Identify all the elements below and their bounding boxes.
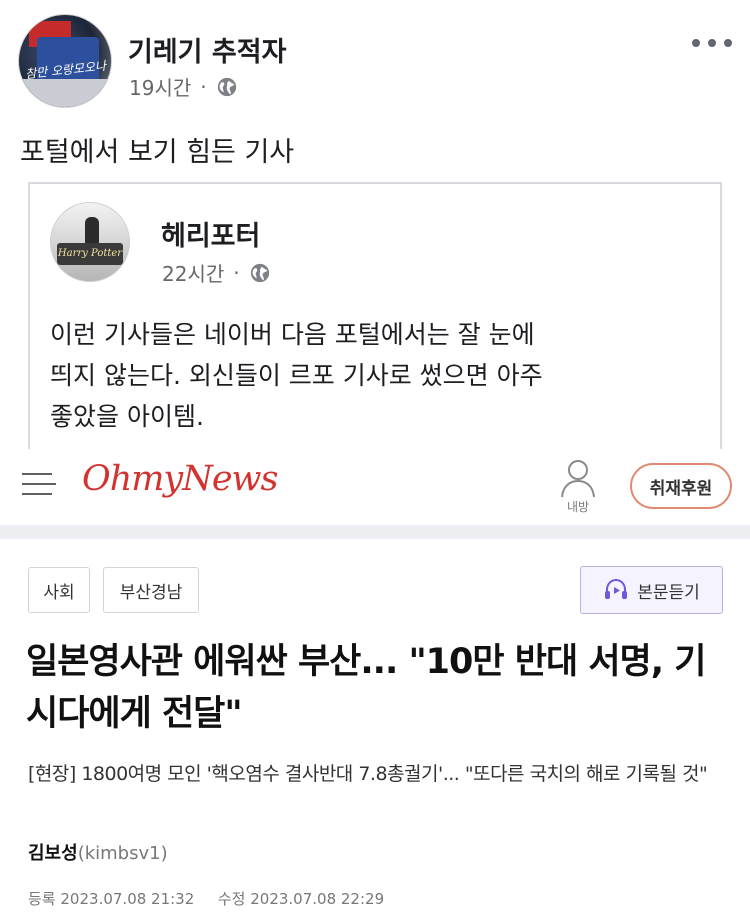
modified-label: 수정 bbox=[217, 890, 246, 908]
registered-date: 2023.07.08 21:32 bbox=[60, 890, 195, 908]
shared-page-name[interactable]: 헤리포터 bbox=[161, 214, 260, 253]
headphones-play-icon bbox=[605, 578, 628, 599]
page-name[interactable]: 기레기 추적자 bbox=[128, 30, 286, 69]
post-text: 포털에서 보기 힘든 기사 bbox=[20, 137, 295, 168]
mypage-label: 내방 bbox=[566, 500, 590, 514]
news-topbar: OhmyNews 내방 취재후원 bbox=[0, 449, 750, 521]
shared-text-line: 띄지 않는다. 외신들이 르포 기사로 썼으면 아주 bbox=[50, 361, 543, 390]
article-headline: 일본영사관 에워싼 부산... "10만 반대 서명, 기시다에게 전달" bbox=[26, 642, 706, 734]
article-subhead: [현장] 1800여명 모인 '핵오염수 결사반대 7.8총궐기'... "또다… bbox=[28, 763, 708, 785]
registered-label: 등록 bbox=[28, 890, 56, 908]
shared-text-line: 이런 기사들은 네이버 다음 포털에서는 잘 눈에 bbox=[50, 320, 535, 349]
article-dates: 등록 2023.07.08 21:32 수정 2023.07.08 22:29 bbox=[28, 888, 384, 909]
hamburger-menu-icon[interactable] bbox=[22, 473, 56, 497]
shared-post-text: 이런 기사들은 네이버 다음 포털에서는 잘 눈에 띄지 않는다. 외신들이 르… bbox=[50, 314, 690, 437]
ohmynews-logo[interactable]: OhmyNews bbox=[82, 459, 278, 499]
meta-separator: · bbox=[200, 74, 207, 99]
post-meta: 19시간 · bbox=[129, 72, 238, 101]
modified-date: 2023.07.08 22:29 bbox=[250, 890, 385, 908]
sponsor-button[interactable]: 취재후원 bbox=[630, 463, 732, 509]
more-options-icon[interactable] bbox=[692, 36, 732, 50]
section-divider bbox=[0, 525, 750, 539]
listen-label: 본문듣기 bbox=[637, 582, 700, 603]
shared-text-line: 좋았을 아이템. bbox=[50, 402, 204, 431]
shared-page-avatar[interactable]: Harry Potter bbox=[50, 202, 130, 282]
author-name[interactable]: 김보성 bbox=[28, 843, 78, 864]
author-id: (kimbsv1) bbox=[77, 843, 168, 864]
meta-separator: · bbox=[233, 260, 240, 285]
category-tag-social[interactable]: 사회 bbox=[28, 567, 90, 613]
page-avatar[interactable]: 참만 오랑모오나 bbox=[18, 14, 112, 108]
mypage-button[interactable]: 내방 bbox=[553, 457, 603, 517]
person-icon bbox=[561, 460, 595, 498]
globe-icon bbox=[217, 77, 236, 96]
category-tag-region[interactable]: 부산경남 bbox=[103, 567, 199, 613]
post-time[interactable]: 19시간 bbox=[129, 72, 191, 101]
shared-post-time[interactable]: 22시간 bbox=[162, 258, 224, 287]
avatar-caption: Harry Potter bbox=[57, 243, 123, 265]
listen-article-button[interactable]: 본문듣기 bbox=[580, 566, 723, 614]
post-header: 참만 오랑모오나 기레기 추적자 19시간 · bbox=[18, 14, 732, 114]
globe-icon bbox=[250, 263, 269, 282]
shared-post-meta: 22시간 · bbox=[162, 258, 271, 287]
article-byline: 김보성(kimbsv1) bbox=[28, 839, 168, 865]
shared-post-card[interactable]: Harry Potter 헤리포터 22시간 · 이런 기사들은 네이버 다음 … bbox=[28, 182, 722, 457]
